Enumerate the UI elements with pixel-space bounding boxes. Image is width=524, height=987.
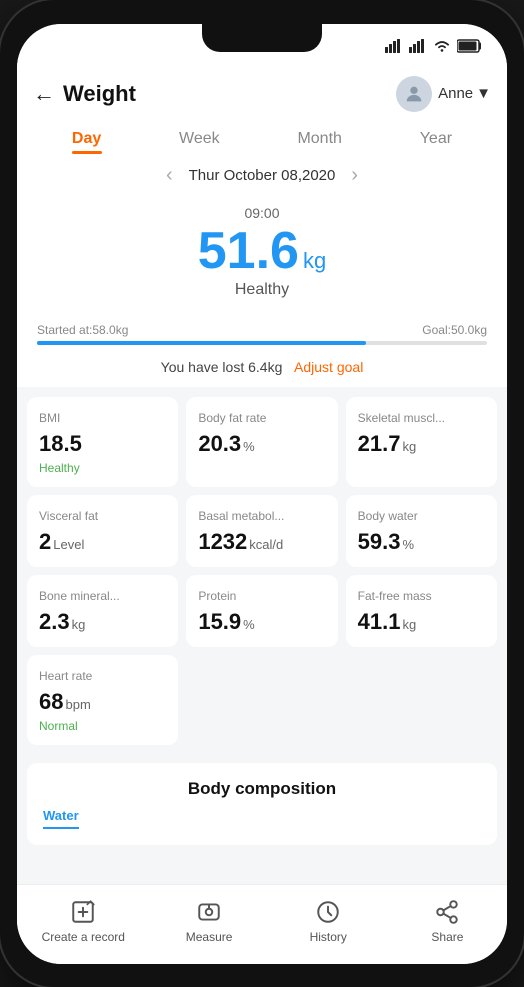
measure-icon xyxy=(195,898,223,926)
wifi-icon xyxy=(433,39,451,53)
scroll-area: ‹ Thur October 08,2020 › 09:00 51.6 kg H… xyxy=(17,154,507,884)
metric-fat-free: Fat-free mass 41.1 kg xyxy=(346,575,497,647)
measurement-time: 09:00 xyxy=(244,205,279,221)
metric-bone-value: 2.3 xyxy=(39,609,70,635)
metric-heart-rate: Heart rate 68 bpm Normal xyxy=(27,655,178,745)
metric-protein-unit: % xyxy=(243,617,255,632)
adjust-goal-button[interactable]: Adjust goal xyxy=(294,359,363,375)
lost-text-section: You have lost 6.4kg Adjust goal xyxy=(17,351,507,387)
weight-section: 09:00 51.6 kg Healthy xyxy=(17,197,507,315)
metric-heart-rate-name: Heart rate xyxy=(39,669,166,683)
bottom-nav: Create a record Measure xyxy=(17,884,507,964)
date-navigation: ‹ Thur October 08,2020 › xyxy=(17,154,507,197)
tab-month[interactable]: Month xyxy=(285,124,353,154)
weight-unit: kg xyxy=(303,248,326,274)
tab-year[interactable]: Year xyxy=(408,124,464,154)
page-title: Weight xyxy=(63,81,396,107)
metrics-grid: BMI 18.5 Healthy Body fat rate 20.3 % Sk… xyxy=(17,387,507,755)
metric-body-water: Body water 59.3 % xyxy=(346,495,497,567)
metric-fat-free-unit: kg xyxy=(402,617,416,632)
signal-icon xyxy=(385,39,403,53)
progress-bar-fill xyxy=(37,341,366,345)
metric-bmi: BMI 18.5 Healthy xyxy=(27,397,178,487)
history-icon xyxy=(314,898,342,926)
metric-skeletal-value: 21.7 xyxy=(358,431,401,457)
metric-bmi-value: 18.5 xyxy=(39,431,82,457)
nav-measure-label: Measure xyxy=(186,930,233,944)
nav-share[interactable]: Share xyxy=(412,898,482,944)
start-label: Started at:58.0kg xyxy=(37,323,128,337)
tab-day[interactable]: Day xyxy=(60,124,113,154)
weight-number: 51.6 xyxy=(198,225,299,277)
metric-fat-free-value: 41.1 xyxy=(358,609,401,635)
metric-protein: Protein 15.9 % xyxy=(186,575,337,647)
body-comp-subtitle: Water xyxy=(43,808,79,829)
metric-basal-value: 1232 xyxy=(198,529,247,555)
metric-visceral-value: 2 xyxy=(39,529,51,555)
body-comp-title: Body composition xyxy=(43,779,481,799)
metric-basal-name: Basal metabol... xyxy=(198,509,325,523)
body-composition-section: Body composition Water xyxy=(27,763,497,845)
metric-heart-rate-unit: bpm xyxy=(65,697,90,712)
battery-icon xyxy=(457,39,483,53)
phone-screen: 8:08 xyxy=(17,24,507,964)
prev-date-button[interactable]: ‹ xyxy=(166,164,173,187)
metric-body-fat: Body fat rate 20.3 % xyxy=(186,397,337,487)
metric-bone-name: Bone mineral... xyxy=(39,589,166,603)
metric-bmi-name: BMI xyxy=(39,411,166,425)
create-icon xyxy=(69,898,97,926)
metric-skeletal-name: Skeletal muscl... xyxy=(358,411,485,425)
nav-create-label: Create a record xyxy=(42,930,125,944)
nav-share-label: Share xyxy=(431,930,463,944)
app-header: ← Weight Anne ▼ xyxy=(17,68,507,120)
metric-visceral-name: Visceral fat xyxy=(39,509,166,523)
progress-section: Started at:58.0kg Goal:50.0kg xyxy=(17,315,507,351)
notch xyxy=(202,24,322,52)
metric-visceral-unit: Level xyxy=(53,537,84,552)
metric-body-fat-unit: % xyxy=(243,439,255,454)
nav-history-label: History xyxy=(310,930,347,944)
metric-basal: Basal metabol... 1232 kcal/d xyxy=(186,495,337,567)
user-icon xyxy=(403,83,425,105)
metric-bone: Bone mineral... 2.3 kg xyxy=(27,575,178,647)
current-date: Thur October 08,2020 xyxy=(189,167,336,184)
lost-amount: You have lost 6.4kg xyxy=(161,359,283,375)
tab-bar: Day Week Month Year xyxy=(17,120,507,154)
back-button[interactable]: ← xyxy=(33,81,55,107)
metric-body-water-value: 59.3 xyxy=(358,529,401,555)
phone-frame: 8:08 xyxy=(0,0,524,987)
status-right xyxy=(385,39,483,53)
share-icon xyxy=(433,898,461,926)
metric-body-fat-value: 20.3 xyxy=(198,431,241,457)
metric-body-water-unit: % xyxy=(402,537,414,552)
metric-protein-value: 15.9 xyxy=(198,609,241,635)
metric-protein-name: Protein xyxy=(198,589,325,603)
avatar xyxy=(396,76,432,112)
weight-status: Healthy xyxy=(235,281,289,299)
metric-body-fat-name: Body fat rate xyxy=(198,411,325,425)
progress-bar xyxy=(37,341,487,345)
goal-label: Goal:50.0kg xyxy=(422,323,487,337)
metric-fat-free-name: Fat-free mass xyxy=(358,589,485,603)
nav-history[interactable]: History xyxy=(293,898,363,944)
signal-icon2 xyxy=(409,39,427,53)
metric-body-water-name: Body water xyxy=(358,509,485,523)
metric-bmi-status: Healthy xyxy=(39,461,166,475)
metric-skeletal-unit: kg xyxy=(402,439,416,454)
next-date-button[interactable]: › xyxy=(351,164,358,187)
metric-skeletal: Skeletal muscl... 21.7 kg xyxy=(346,397,497,487)
metric-basal-unit: kcal/d xyxy=(249,537,283,552)
metric-heart-rate-value: 68 xyxy=(39,689,63,715)
weight-value-display: 51.6 kg xyxy=(198,225,326,277)
tab-week[interactable]: Week xyxy=(167,124,232,154)
metric-heart-rate-status: Normal xyxy=(39,719,166,733)
nav-create[interactable]: Create a record xyxy=(42,898,125,944)
nav-measure[interactable]: Measure xyxy=(174,898,244,944)
metric-visceral: Visceral fat 2 Level xyxy=(27,495,178,567)
progress-labels: Started at:58.0kg Goal:50.0kg xyxy=(37,323,487,337)
metric-bone-unit: kg xyxy=(72,617,86,632)
user-name[interactable]: Anne ▼ xyxy=(438,85,491,102)
